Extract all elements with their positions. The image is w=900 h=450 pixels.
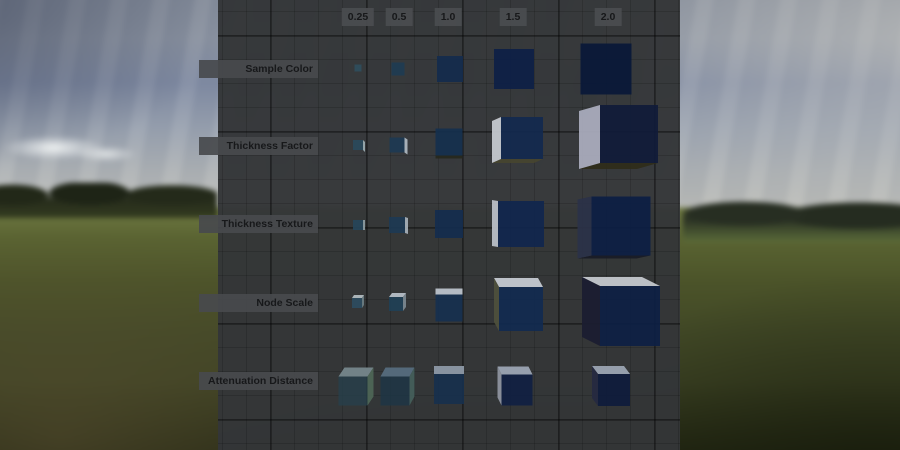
column-header-2-0: 2.0	[595, 8, 622, 26]
cloud-small	[75, 146, 137, 162]
row-label-node-scale: Node Scale	[199, 294, 318, 312]
row-label-attenuation-distance: Attenuation Distance	[199, 372, 318, 390]
tree-line-right	[683, 197, 900, 242]
column-header-0-5: 0.5	[386, 8, 413, 26]
column-header-1-0: 1.0	[435, 8, 462, 26]
tree-line-left	[0, 183, 217, 218]
column-header-0-25: 0.25	[342, 8, 374, 26]
viewport: 0.25 0.5 1.0 1.5 2.0 Sample Color Thickn…	[0, 0, 900, 450]
row-label-sample-color: Sample Color	[199, 60, 318, 78]
row-label-thickness-factor: Thickness Factor	[199, 137, 318, 155]
row-label-thickness-texture: Thickness Texture	[199, 215, 318, 233]
column-header-1-5: 1.5	[500, 8, 527, 26]
